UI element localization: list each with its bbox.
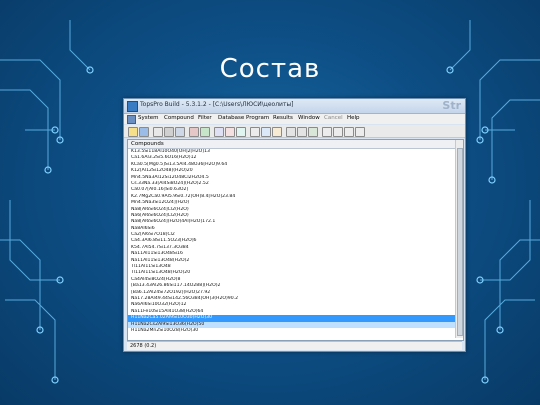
scrollbar-thumb[interactable]: [457, 148, 463, 336]
menu-results[interactable]: Results: [273, 115, 293, 121]
menu-window[interactable]: Window: [298, 115, 320, 121]
list-icon[interactable]: [344, 127, 354, 137]
search-icon[interactable]: [225, 127, 235, 137]
compounds-list-panel: Compounds K13.5Si118Al10O40[OH]2[H2O]13 …: [127, 139, 464, 341]
menu-bar: System Compound Filter Database Program …: [124, 114, 465, 124]
app-icon: [127, 101, 138, 112]
topos-pro-window: TopsPro Build - 5.3.1.2 - [C:\Users\ЛЮСИ…: [123, 98, 466, 352]
save-icon[interactable]: [139, 127, 149, 137]
menu-cancel[interactable]: Cancel: [324, 115, 343, 121]
properties-icon[interactable]: [272, 127, 282, 137]
copy-icon[interactable]: [164, 127, 174, 137]
list-item[interactable]: H11Na2Mn2Si10O28(H2O)30: [128, 328, 455, 334]
window-titlebar[interactable]: TopsPro Build - 5.3.1.2 - [C:\Users\ЛЮСИ…: [124, 99, 465, 114]
menu-filter[interactable]: Filter: [198, 115, 212, 121]
filter-icon[interactable]: [214, 127, 224, 137]
brand-watermark: Str: [442, 99, 461, 112]
toolbar: [124, 125, 465, 138]
view-icon[interactable]: [261, 127, 271, 137]
menu-database[interactable]: Database: [218, 115, 244, 121]
status-bar: 2678 (0.2): [127, 341, 462, 350]
window-title: TopsPro Build - 5.3.1.2 - [C:\Users\ЛЮСИ…: [140, 101, 294, 108]
vertical-scrollbar[interactable]: [455, 140, 463, 338]
right-arrow-icon[interactable]: [297, 127, 307, 137]
add-icon[interactable]: [200, 127, 210, 137]
run-icon[interactable]: [308, 127, 318, 137]
open-icon[interactable]: [128, 127, 138, 137]
compounds-rows: K13.5Si118Al10O40[OH]2[H2O]13 Ca1.6Al3.2…: [128, 149, 455, 334]
paste-icon[interactable]: [175, 127, 185, 137]
menu-system[interactable]: System: [138, 115, 159, 121]
new-icon[interactable]: [153, 127, 163, 137]
menu-help[interactable]: Help: [347, 115, 360, 121]
info-icon[interactable]: [355, 127, 365, 137]
left-arrow-icon[interactable]: [286, 127, 296, 137]
sort-icon[interactable]: [236, 127, 246, 137]
slide-title: Состав: [219, 54, 321, 84]
grid-icon[interactable]: [333, 127, 343, 137]
delete-icon[interactable]: [189, 127, 199, 137]
menu-compound[interactable]: Compound: [164, 115, 194, 121]
menu-program[interactable]: Program: [246, 115, 269, 121]
system-menu-icon[interactable]: [127, 115, 136, 124]
print-icon[interactable]: [250, 127, 260, 137]
compounds-column-header[interactable]: Compounds: [128, 140, 458, 149]
record-count: 2678 (0.2): [130, 343, 157, 349]
zoom-icon[interactable]: [322, 127, 332, 137]
